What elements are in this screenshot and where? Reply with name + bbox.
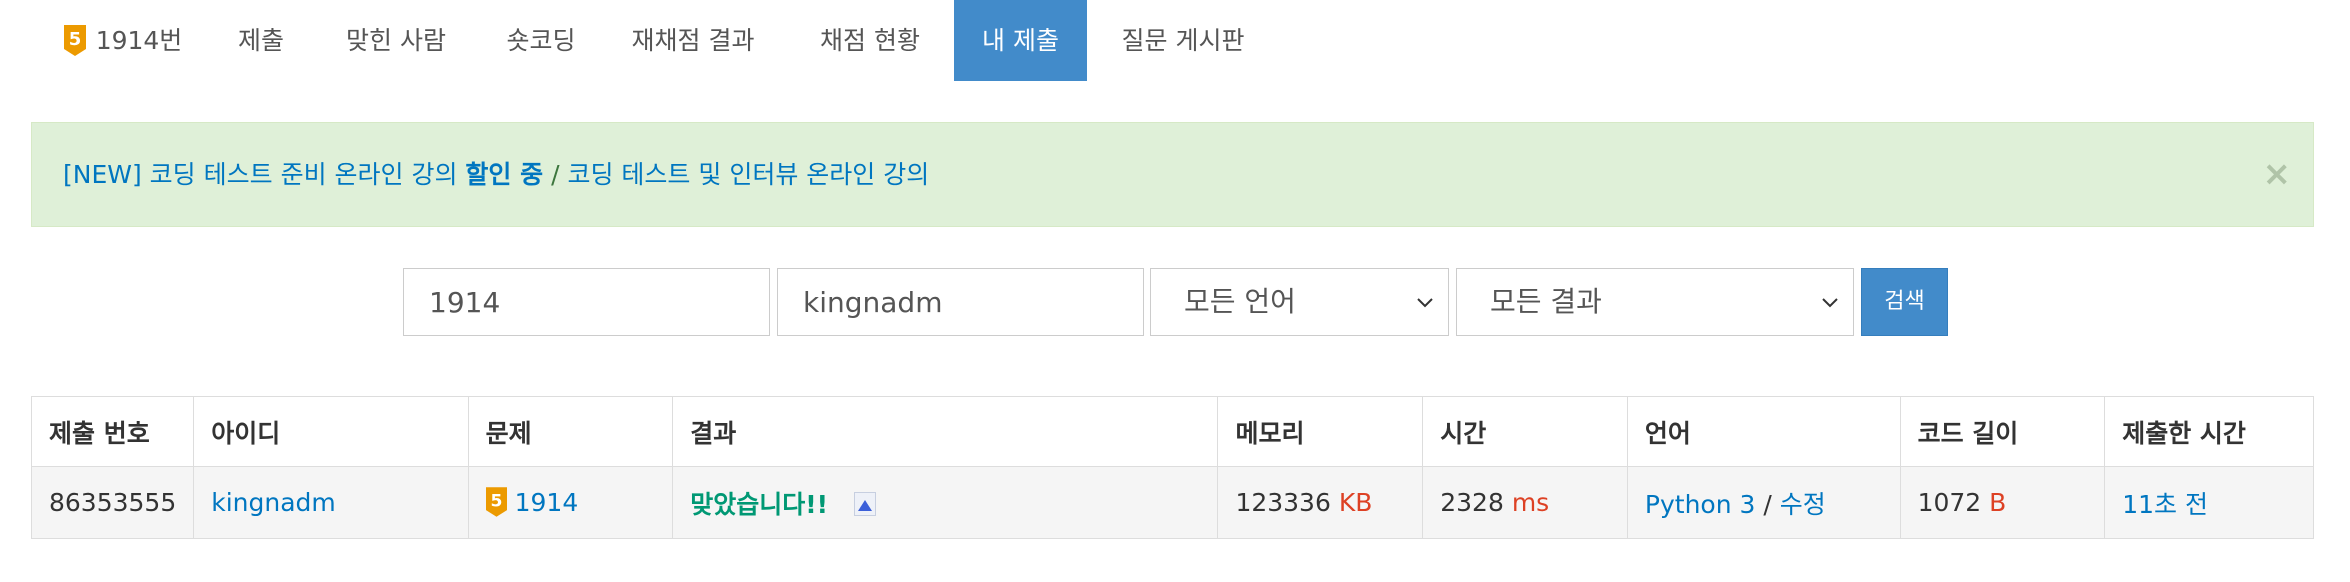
table-header-row: 제출 번호 아이디 문제 결과 메모리 시간 언어 코드 길이 제출한 시간	[30, 396, 2314, 467]
time-value: 2328	[1440, 488, 1504, 517]
code-length-cell: 1072 B	[1899, 466, 2106, 539]
promo-text: [NEW] 코딩 테스트 준비 온라인 강의	[63, 160, 458, 189]
tab-short-coding[interactable]: 숏코딩	[500, 0, 582, 81]
code-length-unit: B	[1989, 488, 2007, 517]
memory-cell: 123336 KB	[1217, 466, 1424, 539]
code-length-value: 1072	[1917, 488, 1982, 517]
problem-id-input[interactable]	[403, 268, 770, 336]
submission-table: 제출 번호 아이디 문제 결과 메모리 시간 언어 코드 길이 제출한 시간 8…	[30, 396, 2314, 539]
time-unit: ms	[1511, 488, 1550, 517]
promo-discount-text: 할인 중	[465, 160, 544, 189]
memory-unit: KB	[1338, 488, 1373, 517]
time-cell: 2328 ms	[1422, 466, 1628, 539]
user-cell: kingnadm	[193, 466, 469, 539]
result-cell: 맞았습니다!!	[672, 466, 1219, 539]
header-language: 언어	[1626, 396, 1901, 467]
memory-value: 123336	[1235, 488, 1331, 517]
shared-code-icon[interactable]	[853, 491, 876, 516]
close-icon[interactable]: ×	[2263, 123, 2292, 226]
language-select-value: 모든 언어	[1184, 285, 1296, 318]
header-time: 시간	[1422, 396, 1628, 467]
language-separator: /	[1763, 489, 1772, 519]
header-user-id: 아이디	[193, 396, 469, 467]
tab-problem[interactable]: 5 1914번	[55, 0, 191, 81]
submission-id-cell: 86353555	[30, 466, 195, 539]
submitted-time-cell: 11초 전	[2104, 466, 2314, 539]
language-link[interactable]: Python 3	[1645, 490, 1756, 519]
header-submitted-time: 제출한 시간	[2104, 396, 2314, 467]
header-problem: 문제	[467, 396, 674, 467]
search-button[interactable]: 검색	[1861, 268, 1948, 336]
tab-label: 1914번	[95, 26, 183, 55]
header-result: 결과	[672, 396, 1219, 467]
user-link[interactable]: kingnadm	[211, 488, 336, 517]
language-cell: Python 3 / 수정	[1626, 466, 1901, 539]
problem-tab-bar: 5 1914번 제출 맞힌 사람 숏코딩 재채점 결과 채점 현황 내 제출 질…	[0, 0, 2350, 81]
result-select[interactable]: 모든 결과	[1456, 268, 1854, 336]
tab-submit[interactable]: 제출	[228, 0, 294, 81]
user-id-input[interactable]	[777, 268, 1144, 336]
chevron-down-icon	[1822, 298, 1838, 308]
promo-link-interview[interactable]: 코딩 테스트 및 인터뷰 온라인 강의	[567, 160, 929, 189]
problem-cell: 5 1914	[467, 466, 674, 539]
gold-tier-badge-icon: 5	[63, 24, 86, 56]
gold-tier-badge-icon: 5	[485, 486, 507, 517]
submitted-time-link[interactable]: 11초 전	[2122, 490, 2208, 519]
header-memory: 메모리	[1217, 396, 1424, 467]
language-select[interactable]: 모든 언어	[1150, 268, 1449, 336]
promo-link[interactable]: [NEW] 코딩 테스트 준비 온라인 강의 할인 중	[63, 160, 543, 189]
chevron-down-icon	[1417, 298, 1433, 308]
tab-judge-status[interactable]: 채점 현황	[807, 0, 933, 81]
svg-text:5: 5	[490, 491, 502, 511]
tab-question-board[interactable]: 질문 게시판	[1113, 0, 1253, 81]
tab-rejudge-results[interactable]: 재채점 결과	[623, 0, 763, 81]
tab-my-submissions[interactable]: 내 제출	[954, 0, 1087, 81]
promo-alert: [NEW] 코딩 테스트 준비 온라인 강의 할인 중 / 코딩 테스트 및 인…	[31, 122, 2314, 227]
result-select-value: 모든 결과	[1490, 285, 1602, 318]
tab-solved-users[interactable]: 맞힌 사람	[337, 0, 455, 81]
svg-text:5: 5	[68, 29, 81, 50]
problem-link[interactable]: 1914	[515, 488, 579, 517]
table-row: 86353555 kingnadm 5 1914 맞았습니다!! 123336 …	[30, 466, 2314, 539]
promo-separator: /	[551, 160, 560, 189]
header-submission-id: 제출 번호	[30, 396, 195, 467]
header-code-length: 코드 길이	[1899, 396, 2106, 467]
edit-link[interactable]: 수정	[1780, 490, 1826, 519]
result-accepted-text: 맞았습니다!!	[690, 489, 829, 519]
